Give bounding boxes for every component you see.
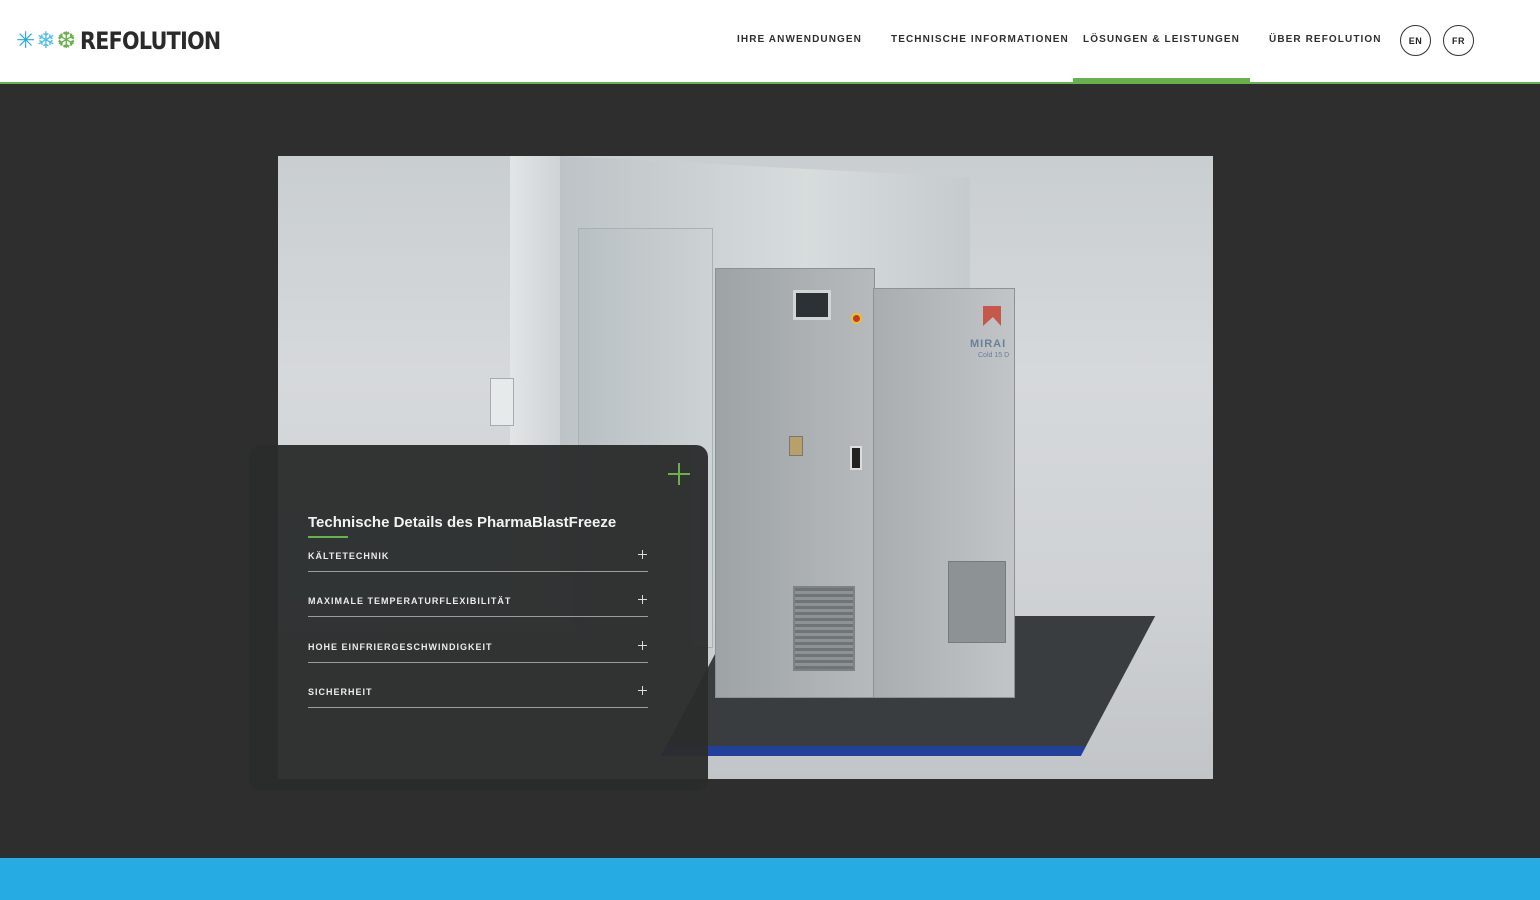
- snowflake-icon: ✳: [16, 27, 36, 54]
- logo-wordmark: REFOLUTION: [79, 27, 221, 55]
- plus-icon: [638, 641, 648, 651]
- accordion-label: KÄLTETECHNIK: [308, 551, 390, 561]
- accordion-item-einfriergeschwindigkeit[interactable]: HOHE EINFRIERGESCHWINDIGKEIT: [308, 641, 648, 663]
- machine-model-label: Cold 15 D: [978, 352, 1010, 359]
- language-en-button[interactable]: EN: [1400, 25, 1431, 56]
- nav-item-loesungen-leistungen[interactable]: LÖSUNGEN & LEISTUNGEN: [1073, 0, 1250, 82]
- control-display: [793, 290, 831, 320]
- snowflake-icon: ❄: [36, 27, 56, 54]
- accordion-item-sicherheit[interactable]: SICHERHEIT: [308, 686, 648, 708]
- accordion-label: MAXIMALE TEMPERATURFLEXIBILITÄT: [308, 596, 512, 606]
- plus-icon: [638, 550, 648, 560]
- refolution-logo[interactable]: ✳ ❄ ❆ REFOLUTION: [16, 24, 243, 58]
- emergency-stop-icon: [851, 313, 862, 324]
- card-title: Technische Details des PharmaBlastFreeze: [308, 514, 617, 531]
- language-fr-button[interactable]: FR: [1443, 25, 1474, 56]
- footer-band: [0, 858, 1540, 900]
- snowflake-icons: ✳ ❄ ❆: [16, 27, 76, 54]
- title-underline: [308, 536, 348, 538]
- accordion-item-kaeltetechnik[interactable]: KÄLTETECHNIK: [308, 550, 648, 572]
- accordion-label: HOHE EINFRIERGESCHWINDIGKEIT: [308, 642, 493, 652]
- nav-item-technische-informationen[interactable]: TECHNISCHE INFORMATIONEN: [891, 0, 1068, 82]
- accordion-label: SICHERHEIT: [308, 687, 373, 697]
- technical-details-card: Technische Details des PharmaBlastFreeze…: [249, 445, 708, 791]
- vent-grille: [793, 586, 855, 671]
- expand-plus-icon[interactable]: [667, 462, 691, 486]
- plus-icon: [638, 686, 648, 696]
- snowflake-icon: ❆: [56, 27, 76, 54]
- accordion-item-temperaturflexibilitaet[interactable]: MAXIMALE TEMPERATURFLEXIBILITÄT: [308, 595, 648, 617]
- nav-item-ueber-refolution[interactable]: ÜBER REFOLUTION: [1269, 0, 1381, 82]
- switch-icon: [789, 436, 803, 456]
- door-lock: [850, 446, 862, 470]
- electrical-panel: [948, 561, 1006, 643]
- site-header: ✳ ❄ ❆ REFOLUTION IHRE ANWENDUNGEN TECHNI…: [0, 0, 1540, 84]
- nav-item-ihre-anwendungen[interactable]: IHRE ANWENDUNGEN: [737, 0, 861, 82]
- plus-icon: [638, 595, 648, 605]
- door-handle: [490, 378, 514, 426]
- machine-brand-label: MIRAI: [970, 338, 1007, 350]
